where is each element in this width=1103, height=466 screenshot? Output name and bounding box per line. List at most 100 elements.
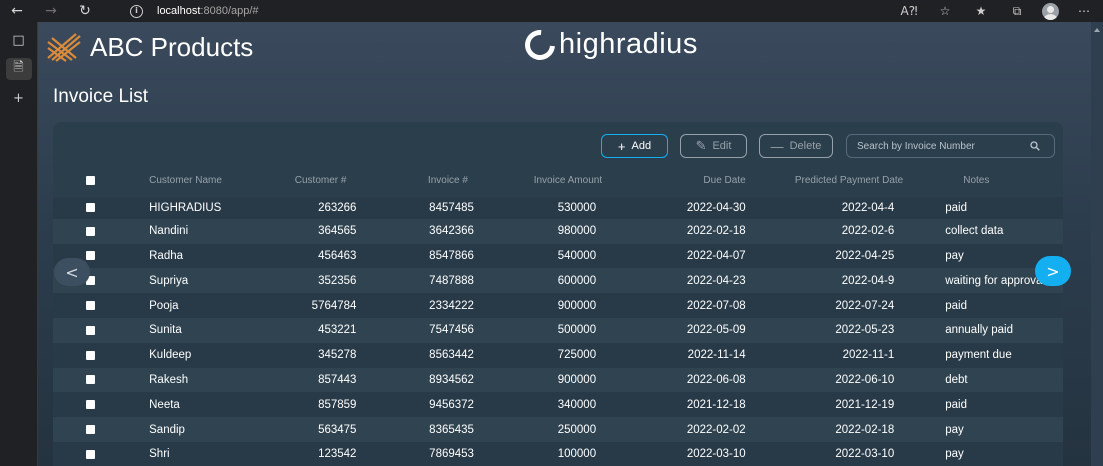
row-checkbox[interactable] bbox=[85, 226, 95, 236]
row-checkbox[interactable] bbox=[85, 350, 95, 360]
table-row[interactable]: Nandini 364565 3642366 980000 2022-02-18… bbox=[53, 218, 1063, 244]
url-host: localhost bbox=[157, 5, 201, 17]
more-options-icon[interactable]: ⋯ bbox=[1073, 2, 1095, 20]
cell-notes: payment due bbox=[945, 349, 1012, 362]
row-checkbox[interactable] bbox=[85, 325, 95, 335]
table-row[interactable]: Pooja 5764784 2334222 900000 2022-07-08 … bbox=[53, 293, 1063, 318]
col-customer-id[interactable]: Customer # bbox=[263, 170, 379, 194]
cell-invoice-amount: 980000 bbox=[557, 225, 597, 238]
table-row[interactable]: Supriya 352356 7487888 600000 2022-04-23… bbox=[53, 268, 1063, 294]
row-checkbox[interactable] bbox=[85, 449, 95, 459]
address-bar[interactable]: i localhost:8080/app/# bbox=[118, 0, 1018, 22]
cell-invoice-id: 8934562 bbox=[429, 373, 474, 386]
row-select-cell bbox=[53, 417, 127, 442]
table-row[interactable]: Kuldeep 345278 8563442 725000 2022-11-14… bbox=[53, 342, 1063, 368]
cell-customer-id: 456463 bbox=[318, 249, 357, 262]
cell-customer-name: Sunita bbox=[149, 324, 182, 337]
cell-notes: collect data bbox=[945, 225, 1004, 238]
row-checkbox[interactable] bbox=[85, 375, 95, 385]
cell-due-date: 2022-07-08 bbox=[686, 299, 746, 312]
cell-invoice-id: 8365435 bbox=[429, 423, 474, 436]
cell-notes: annually paid bbox=[945, 324, 1013, 337]
cell-due-date: 2022-02-02 bbox=[686, 423, 746, 436]
col-customer-name[interactable]: Customer Name bbox=[127, 170, 263, 194]
highradius-logo: highradius bbox=[518, 23, 698, 66]
add-button[interactable]: + Add bbox=[601, 134, 668, 158]
row-checkbox[interactable] bbox=[85, 301, 95, 311]
cell-invoice-id: 7869453 bbox=[429, 448, 474, 461]
cell-customer-id: 857443 bbox=[318, 373, 357, 386]
select-all-checkbox[interactable] bbox=[85, 176, 95, 186]
forward-icon[interactable]: → bbox=[34, 0, 68, 22]
table-row[interactable]: Sandip 563475 8365435 250000 2022-02-02 … bbox=[53, 417, 1063, 442]
cell-customer-name: HIGHRADIUS bbox=[149, 201, 222, 214]
profile-avatar[interactable] bbox=[1042, 2, 1059, 20]
delete-button[interactable]: — Delete bbox=[759, 134, 833, 158]
row-select-cell bbox=[53, 293, 127, 318]
info-icon[interactable]: i bbox=[130, 4, 143, 18]
table-row[interactable]: Sunita 453221 7547456 500000 2022-05-09 … bbox=[53, 317, 1063, 343]
row-checkbox[interactable] bbox=[85, 400, 95, 410]
page-scrollbar[interactable] bbox=[1091, 22, 1103, 466]
cell-invoice-amount: 250000 bbox=[557, 423, 597, 436]
vertical-tabs-sidebar: □ 🗎 + bbox=[0, 22, 38, 466]
row-checkbox[interactable] bbox=[85, 203, 95, 213]
cell-predicted-date: 2022-06-10 bbox=[835, 373, 895, 386]
refresh-icon[interactable]: ↻ bbox=[68, 0, 102, 22]
table-row[interactable]: Radha 456463 8547866 540000 2022-04-07 2… bbox=[53, 243, 1063, 269]
cell-invoice-amount: 100000 bbox=[557, 448, 597, 461]
url-text[interactable]: localhost:8080/app/# bbox=[157, 5, 259, 17]
edit-button[interactable]: ✎ Edit bbox=[680, 134, 747, 158]
favorites-icon[interactable]: ★ bbox=[970, 2, 992, 20]
cell-due-date: 2021-12-18 bbox=[686, 398, 746, 411]
highradius-logo-text: highradius bbox=[559, 28, 698, 60]
minus-icon: — bbox=[770, 138, 784, 154]
back-icon[interactable]: ← bbox=[0, 0, 34, 22]
cell-notes: pay bbox=[945, 448, 964, 461]
row-select-cell bbox=[53, 442, 127, 466]
collections-icon[interactable]: ⧉ bbox=[1006, 2, 1028, 20]
page-title: Invoice List bbox=[53, 86, 149, 107]
active-tab-icon[interactable]: 🗎 bbox=[5, 58, 32, 80]
row-checkbox[interactable] bbox=[85, 425, 95, 435]
url-path: :8080/app/# bbox=[200, 5, 259, 17]
col-notes[interactable]: Notes bbox=[911, 170, 1063, 194]
next-page-button[interactable]: > bbox=[1035, 256, 1071, 286]
app-brand: ABC Products bbox=[90, 32, 254, 62]
select-all-cell bbox=[53, 170, 127, 194]
invoice-table: Customer Name Customer # Invoice # Invoi… bbox=[53, 170, 1063, 466]
cell-customer-id: 345278 bbox=[318, 349, 357, 362]
new-tab-icon[interactable]: + bbox=[6, 87, 32, 109]
col-invoice-id[interactable]: Invoice # bbox=[378, 170, 492, 194]
search-icon[interactable] bbox=[1030, 141, 1040, 151]
cell-due-date: 2022-06-08 bbox=[686, 373, 746, 386]
highradius-logo-icon bbox=[518, 23, 562, 66]
cell-invoice-amount: 340000 bbox=[557, 398, 597, 411]
search-input[interactable] bbox=[846, 134, 1055, 158]
cell-customer-name: Neeta bbox=[149, 398, 180, 411]
read-aloud-icon[interactable]: A⁈ bbox=[898, 2, 920, 20]
tab-actions-icon[interactable]: □ bbox=[6, 29, 32, 51]
col-due-date[interactable]: Due Date bbox=[610, 170, 761, 194]
cell-notes: paid bbox=[945, 398, 967, 411]
browser-toolbar: ← → ↻ i localhost:8080/app/# A⁈ ☆ ★ ⧉ ⋯ bbox=[0, 0, 1103, 22]
add-button-label: Add bbox=[631, 140, 652, 152]
cell-customer-id: 263266 bbox=[318, 201, 357, 214]
cell-predicted-date: 2022-02-6 bbox=[841, 225, 895, 238]
row-select-cell bbox=[53, 392, 127, 417]
col-invoice-amount[interactable]: Invoice Amount bbox=[492, 170, 610, 194]
table-row[interactable]: Shri 123542 7869453 100000 2022-03-10 20… bbox=[53, 441, 1063, 466]
col-predicted-date[interactable]: Predicted Payment Date bbox=[761, 170, 912, 194]
scroll-up-icon[interactable] bbox=[1094, 26, 1100, 36]
app-viewport: ABC Products highradius Invoice List + Ad… bbox=[38, 22, 1103, 466]
add-favorite-icon[interactable]: ☆ bbox=[934, 2, 956, 20]
table-row[interactable]: Rakesh 857443 8934562 900000 2022-06-08 … bbox=[53, 367, 1063, 393]
table-row[interactable]: Neeta 857859 9456372 340000 2021-12-18 2… bbox=[53, 392, 1063, 418]
cell-invoice-id: 3642366 bbox=[429, 225, 474, 238]
table-row[interactable]: HIGHRADIUS 263266 8457485 530000 2022-04… bbox=[53, 194, 1063, 219]
row-checkbox[interactable] bbox=[85, 251, 95, 261]
prev-page-button[interactable]: < bbox=[54, 258, 90, 286]
cell-invoice-amount: 900000 bbox=[557, 373, 597, 386]
cell-predicted-date: 2022-02-18 bbox=[835, 423, 895, 436]
cell-customer-name: Sandip bbox=[149, 423, 185, 436]
